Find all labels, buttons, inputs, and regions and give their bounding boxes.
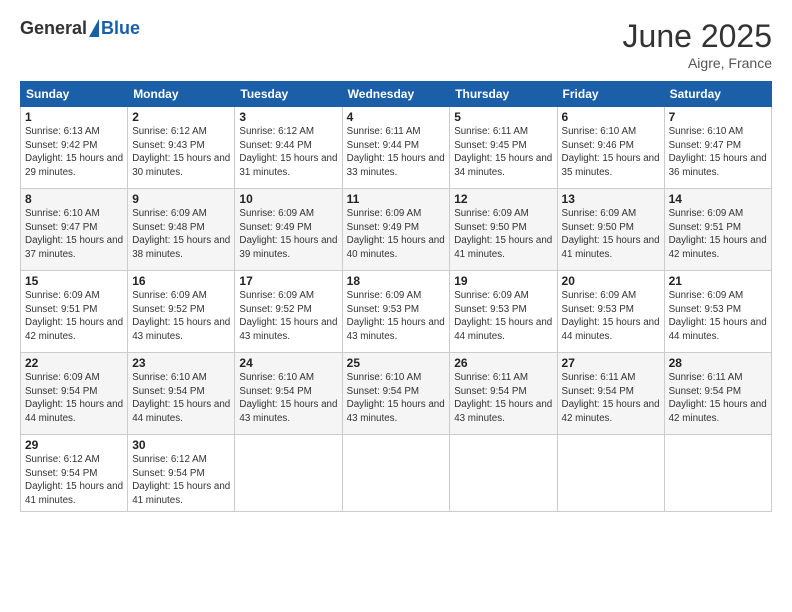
- day-3: 3 Sunrise: 6:12 AM Sunset: 9:44 PM Dayli…: [235, 107, 342, 189]
- day-30: 30 Sunrise: 6:12 AM Sunset: 9:54 PM Dayl…: [128, 435, 235, 512]
- header-tuesday: Tuesday: [235, 82, 342, 107]
- weekday-header-row: Sunday Monday Tuesday Wednesday Thursday…: [21, 82, 772, 107]
- day-6: 6 Sunrise: 6:10 AM Sunset: 9:46 PM Dayli…: [557, 107, 664, 189]
- week-row-4: 22 Sunrise: 6:09 AM Sunset: 9:54 PM Dayl…: [21, 353, 772, 435]
- header-sunday: Sunday: [21, 82, 128, 107]
- day-29: 29 Sunrise: 6:12 AM Sunset: 9:54 PM Dayl…: [21, 435, 128, 512]
- day-25: 25 Sunrise: 6:10 AM Sunset: 9:54 PM Dayl…: [342, 353, 450, 435]
- day-19: 19 Sunrise: 6:09 AM Sunset: 9:53 PM Dayl…: [450, 271, 557, 353]
- header-saturday: Saturday: [664, 82, 771, 107]
- day-24: 24 Sunrise: 6:10 AM Sunset: 9:54 PM Dayl…: [235, 353, 342, 435]
- week-row-1: 1 Sunrise: 6:13 AM Sunset: 9:42 PM Dayli…: [21, 107, 772, 189]
- day-22: 22 Sunrise: 6:09 AM Sunset: 9:54 PM Dayl…: [21, 353, 128, 435]
- day-4: 4 Sunrise: 6:11 AM Sunset: 9:44 PM Dayli…: [342, 107, 450, 189]
- calendar-subtitle: Aigre, France: [623, 55, 772, 71]
- day-12: 12 Sunrise: 6:09 AM Sunset: 9:50 PM Dayl…: [450, 189, 557, 271]
- page: General Blue June 2025 Aigre, France Sun…: [0, 0, 792, 612]
- day-20: 20 Sunrise: 6:09 AM Sunset: 9:53 PM Dayl…: [557, 271, 664, 353]
- logo-blue-text: Blue: [101, 18, 140, 39]
- day-11: 11 Sunrise: 6:09 AM Sunset: 9:49 PM Dayl…: [342, 189, 450, 271]
- day-23: 23 Sunrise: 6:10 AM Sunset: 9:54 PM Dayl…: [128, 353, 235, 435]
- day-14: 14 Sunrise: 6:09 AM Sunset: 9:51 PM Dayl…: [664, 189, 771, 271]
- week-row-3: 15 Sunrise: 6:09 AM Sunset: 9:51 PM Dayl…: [21, 271, 772, 353]
- logo-general-text: General: [20, 18, 87, 39]
- day-17: 17 Sunrise: 6:09 AM Sunset: 9:52 PM Dayl…: [235, 271, 342, 353]
- logo: General Blue: [20, 18, 140, 39]
- day-9: 9 Sunrise: 6:09 AM Sunset: 9:48 PM Dayli…: [128, 189, 235, 271]
- day-8: 8 Sunrise: 6:10 AM Sunset: 9:47 PM Dayli…: [21, 189, 128, 271]
- day-28: 28 Sunrise: 6:11 AM Sunset: 9:54 PM Dayl…: [664, 353, 771, 435]
- day-7: 7 Sunrise: 6:10 AM Sunset: 9:47 PM Dayli…: [664, 107, 771, 189]
- logo-triangle-icon: [89, 19, 99, 37]
- day-5: 5 Sunrise: 6:11 AM Sunset: 9:45 PM Dayli…: [450, 107, 557, 189]
- week-row-5: 29 Sunrise: 6:12 AM Sunset: 9:54 PM Dayl…: [21, 435, 772, 512]
- calendar-title: June 2025: [623, 18, 772, 55]
- day-15: 15 Sunrise: 6:09 AM Sunset: 9:51 PM Dayl…: [21, 271, 128, 353]
- day-1: 1 Sunrise: 6:13 AM Sunset: 9:42 PM Dayli…: [21, 107, 128, 189]
- calendar-table: Sunday Monday Tuesday Wednesday Thursday…: [20, 81, 772, 512]
- header: General Blue June 2025 Aigre, France: [20, 18, 772, 71]
- empty-cell-5: [664, 435, 771, 512]
- day-16: 16 Sunrise: 6:09 AM Sunset: 9:52 PM Dayl…: [128, 271, 235, 353]
- empty-cell-4: [557, 435, 664, 512]
- title-block: June 2025 Aigre, France: [623, 18, 772, 71]
- day-13: 13 Sunrise: 6:09 AM Sunset: 9:50 PM Dayl…: [557, 189, 664, 271]
- header-thursday: Thursday: [450, 82, 557, 107]
- empty-cell-3: [450, 435, 557, 512]
- day-2: 2 Sunrise: 6:12 AM Sunset: 9:43 PM Dayli…: [128, 107, 235, 189]
- day-27: 27 Sunrise: 6:11 AM Sunset: 9:54 PM Dayl…: [557, 353, 664, 435]
- header-friday: Friday: [557, 82, 664, 107]
- day-26: 26 Sunrise: 6:11 AM Sunset: 9:54 PM Dayl…: [450, 353, 557, 435]
- week-row-2: 8 Sunrise: 6:10 AM Sunset: 9:47 PM Dayli…: [21, 189, 772, 271]
- header-wednesday: Wednesday: [342, 82, 450, 107]
- day-10: 10 Sunrise: 6:09 AM Sunset: 9:49 PM Dayl…: [235, 189, 342, 271]
- header-monday: Monday: [128, 82, 235, 107]
- day-18: 18 Sunrise: 6:09 AM Sunset: 9:53 PM Dayl…: [342, 271, 450, 353]
- day-21: 21 Sunrise: 6:09 AM Sunset: 9:53 PM Dayl…: [664, 271, 771, 353]
- empty-cell-1: [235, 435, 342, 512]
- empty-cell-2: [342, 435, 450, 512]
